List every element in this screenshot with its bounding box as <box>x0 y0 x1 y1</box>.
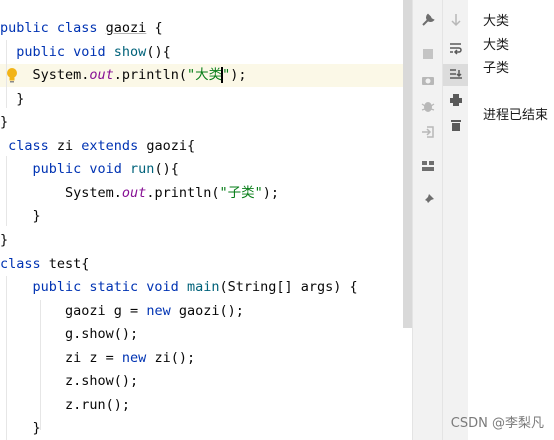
code-line-5: } <box>0 114 9 130</box>
code-line-11: class test{ <box>0 256 90 272</box>
code-line-8: System.out.println("子类"); <box>0 185 279 201</box>
code-line-13: gaozi g = new gaozi(); <box>0 303 244 319</box>
code-line-1: public class gaozi { <box>0 20 163 36</box>
arrow-down-icon[interactable] <box>443 13 469 31</box>
code-line-2: public void show(){ <box>0 44 171 60</box>
code-line-10: } <box>0 232 9 248</box>
watermark-text: CSDN @李梨凡 <box>450 416 544 431</box>
bug-icon[interactable] <box>413 99 443 117</box>
code-line-4: } <box>0 91 25 107</box>
camera-icon[interactable] <box>413 74 443 90</box>
wrench-icon[interactable] <box>413 13 443 31</box>
code-line-18: } <box>0 420 41 436</box>
code-line-3: System.out.println("大类"); <box>0 67 247 83</box>
code-line-12: public static void main(String[] args) { <box>0 279 358 295</box>
stop-icon[interactable] <box>413 48 443 64</box>
console-line: 子类 <box>483 61 510 76</box>
code-line-17: z.run(); <box>0 397 131 413</box>
code-editor[interactable]: public class gaozi { public void show(){… <box>0 0 403 440</box>
code-line-6: class zi extends gaozi{ <box>0 138 196 154</box>
code-line-14: g.show(); <box>0 326 139 342</box>
console-line: 进程已结束 <box>483 108 549 123</box>
layout-icon[interactable] <box>413 160 443 176</box>
soft-wrap-icon[interactable] <box>443 41 469 59</box>
pin-icon[interactable] <box>413 193 443 211</box>
run-toolbar-right <box>442 0 469 440</box>
code-line-7: public void run(){ <box>0 161 179 177</box>
editor-scrollbar[interactable] <box>403 0 412 328</box>
trash-icon[interactable] <box>443 118 469 136</box>
scroll-to-end-icon[interactable] <box>443 64 469 86</box>
run-console[interactable]: 大类 大类 子类 进程已结束 <box>468 0 554 440</box>
run-toolbar-left <box>412 0 442 440</box>
console-line: 大类 <box>483 38 510 53</box>
code-line-15: zi z = new zi(); <box>0 350 196 366</box>
code-line-9: } <box>0 208 41 224</box>
console-line: 大类 <box>483 14 510 29</box>
login-icon[interactable] <box>413 125 443 143</box>
code-line-16: z.show(); <box>0 373 139 389</box>
print-icon[interactable] <box>443 93 469 111</box>
